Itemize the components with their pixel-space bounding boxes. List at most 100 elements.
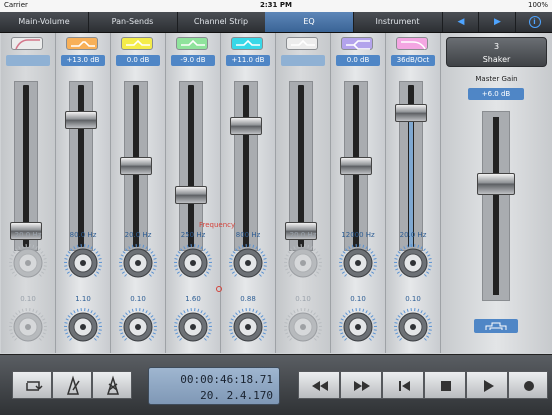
cycle-button[interactable] <box>12 371 52 399</box>
band-4-q-knob[interactable] <box>173 307 213 347</box>
band-2-gain-value: +13.0 dB <box>61 55 105 66</box>
band-7-fader-handle[interactable] <box>340 157 372 175</box>
band-2-fader-slot <box>78 85 84 247</box>
band-7-frequency-value: 12000 Hz <box>331 231 385 239</box>
band-1-type-button[interactable] <box>11 37 43 50</box>
next-button[interactable]: ▶ <box>478 12 516 32</box>
band-6-q-knob[interactable] <box>283 307 323 347</box>
band-4-fader-handle[interactable] <box>175 186 207 204</box>
band-5-type-button[interactable] <box>231 37 263 50</box>
low-cut-icon <box>12 38 44 51</box>
bell-icon <box>177 38 209 51</box>
band-2-fader-handle[interactable] <box>65 111 97 129</box>
band-8-gain-value: 36dB/Oct <box>391 55 435 66</box>
band-5-frequency-value: 800 Hz <box>221 231 275 239</box>
frequency-marker[interactable] <box>216 286 222 292</box>
chevron-left-icon: ◀ <box>458 17 465 27</box>
record-button[interactable] <box>508 371 548 399</box>
tab-channel-strip[interactable]: Channel Strip <box>177 12 266 32</box>
band-2-q-value: 1.10 <box>56 295 110 303</box>
tab-eq[interactable]: EQ <box>265 12 354 32</box>
band-7-q-knob[interactable] <box>338 307 378 347</box>
band-8-frequency-knob[interactable] <box>393 243 433 283</box>
rewind-button[interactable] <box>298 371 340 399</box>
record-icon <box>509 372 549 400</box>
eq-strip-band-3: 0.0 dB20.0 Hz0.10 <box>111 33 166 353</box>
band-5-fader-handle[interactable] <box>230 117 262 135</box>
fast-forward-button[interactable] <box>340 371 382 399</box>
tab-main-volume[interactable]: Main-Volume <box>0 12 89 32</box>
band-4-frequency-knob[interactable] <box>173 243 213 283</box>
bell-icon <box>122 38 154 51</box>
time-display: 00:00:46:18.71 20. 2.4.170 <box>148 367 280 405</box>
band-8-type-button[interactable] <box>396 37 428 50</box>
band-5-gain-value: +11.0 dB <box>226 55 270 66</box>
link-button[interactable] <box>474 319 518 333</box>
info-icon: i <box>529 16 541 28</box>
position-readout: 20. 2.4.170 <box>200 389 273 402</box>
tab-pan-sends[interactable]: Pan-Sends <box>88 12 178 32</box>
link-icon <box>474 320 518 334</box>
master-fader-handle[interactable] <box>477 173 515 195</box>
band-2-frequency-knob[interactable] <box>63 243 103 283</box>
master-section: 3 Shaker Master Gain +6.0 dB <box>441 33 552 353</box>
band-4-gain-value: -9.0 dB <box>171 55 215 66</box>
band-3-type-button[interactable] <box>121 37 153 50</box>
band-8-q-knob[interactable] <box>393 307 433 347</box>
prev-button[interactable]: ◀ <box>442 12 479 32</box>
band-4-type-button[interactable] <box>176 37 208 50</box>
info-button[interactable]: i <box>515 12 552 32</box>
high-shelf-icon <box>67 38 99 51</box>
band-6-type-button[interactable] <box>286 37 318 50</box>
stop-button[interactable] <box>424 371 466 399</box>
chevron-right-icon: ▶ <box>494 17 501 27</box>
tab-instrument[interactable]: Instrument <box>353 12 443 32</box>
transport-bar: 00:00:46:18.71 20. 2.4.170 <box>0 354 552 415</box>
band-2-q-knob[interactable] <box>63 307 103 347</box>
band-2-frequency-value: 80.0 Hz <box>56 231 110 239</box>
band-3-q-value: 0.10 <box>111 295 165 303</box>
eq-strip-band-6: 20.0 Hz0.10 <box>276 33 331 353</box>
instrument-button[interactable]: 3 Shaker <box>446 37 547 67</box>
skip-back-icon <box>383 372 425 400</box>
band-6-q-value: 0.10 <box>276 295 330 303</box>
band-7-type-button[interactable] <box>341 37 373 50</box>
band-1-q-knob[interactable] <box>8 307 48 347</box>
band-6-frequency-knob[interactable] <box>283 243 323 283</box>
eq-strip-band-8: 36dB/Oct20.0 Hz0.10 <box>386 33 441 353</box>
band-1-gain-value <box>6 55 50 66</box>
master-fader-slot <box>493 117 499 295</box>
cycle-icon <box>13 372 53 400</box>
instrument-number: 3 <box>447 40 546 53</box>
band-8-fader-handle[interactable] <box>395 104 427 122</box>
band-4-q-value: 1.60 <box>166 295 220 303</box>
band-5-frequency-knob[interactable] <box>228 243 268 283</box>
band-7-q-value: 0.10 <box>331 295 385 303</box>
play-icon <box>467 372 509 400</box>
band-3-fader-handle[interactable] <box>120 157 152 175</box>
fast-forward-icon <box>341 372 383 400</box>
status-bar: Carrier 2:31 PM 100% <box>0 0 552 12</box>
band-1-q-value: 0.10 <box>1 295 55 303</box>
eq-strip-band-5: +11.0 dB800 Hz0.88 <box>221 33 276 353</box>
band-3-frequency-value: 20.0 Hz <box>111 231 165 239</box>
stop-icon <box>425 372 467 400</box>
band-1-frequency-knob[interactable] <box>8 243 48 283</box>
eq-strip-band-7: 0.0 dB 12000 Hz 0.10 <box>331 33 386 353</box>
frequency-label: Frequency <box>199 221 235 229</box>
band-5-q-knob[interactable] <box>228 307 268 347</box>
band-7-gain-value: 0.0 dB <box>336 55 380 66</box>
battery-indicator: 100% <box>528 1 548 9</box>
band-7-frequency-knob[interactable] <box>338 243 378 283</box>
band-3-q-knob[interactable] <box>118 307 158 347</box>
band-3-frequency-knob[interactable] <box>118 243 158 283</box>
band-8-fader-fill <box>409 122 413 247</box>
band-2-type-button[interactable] <box>66 37 98 50</box>
play-button[interactable] <box>466 371 508 399</box>
eq-strip-band-2: +13.0 dB 80.0 Hz 1.10 <box>56 33 111 353</box>
count-in-button[interactable] <box>92 371 132 399</box>
metronome-button[interactable] <box>52 371 92 399</box>
low-shelf-icon <box>342 38 374 51</box>
rewind-icon <box>299 372 341 400</box>
go-to-start-button[interactable] <box>382 371 424 399</box>
